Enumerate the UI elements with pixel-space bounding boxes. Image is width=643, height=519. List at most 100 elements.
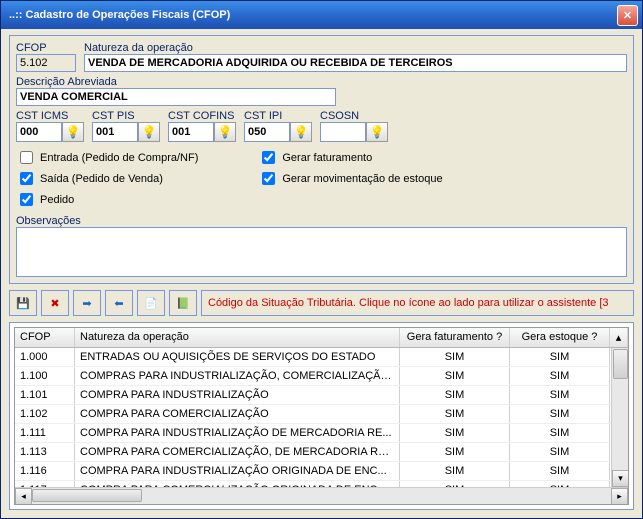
check-gerar-faturamento[interactable]: Gerar faturamento [258, 148, 442, 167]
cell-estoque: SIM [510, 424, 610, 442]
content: CFOP Natureza da operação Descrição Abre… [1, 29, 642, 518]
page-icon: 📄 [144, 297, 158, 310]
lightbulb-icon: 💡 [294, 125, 309, 139]
cst-pis-helper-button[interactable]: 💡 [138, 122, 160, 142]
cst-cofins-helper-button[interactable]: 💡 [214, 122, 236, 142]
cell-natureza: ENTRADAS OU AQUISIÇÕES DE SERVIÇOS DO ES… [75, 348, 400, 366]
cell-cfop: 1.102 [15, 405, 75, 423]
label-cst-pis: CST PIS [92, 110, 160, 122]
table-row[interactable]: 1.100COMPRAS PARA INDUSTRIALIZAÇÃO, COME… [15, 367, 628, 386]
natureza-input[interactable] [84, 54, 627, 72]
scroll-left-button[interactable]: ◂ [15, 488, 32, 505]
cell-faturamento: SIM [400, 443, 510, 461]
check-gerar-movimentacao[interactable]: Gerar movimentação de estoque [258, 169, 442, 188]
scroll-up-button[interactable]: ▴ [610, 328, 628, 347]
cell-estoque: SIM [510, 443, 610, 461]
col-header-cfop[interactable]: CFOP [15, 328, 75, 347]
table-row[interactable]: 1.102COMPRA PARA COMERCIALIZAÇÃOSIMSIM [15, 405, 628, 424]
cell-estoque: SIM [510, 481, 610, 487]
cell-cfop: 1.113 [15, 443, 75, 461]
cell-faturamento: SIM [400, 405, 510, 423]
next-button[interactable]: ➡ [73, 290, 101, 316]
lightbulb-icon: 💡 [142, 125, 157, 139]
label-natureza: Natureza da operação [84, 42, 627, 54]
check-entrada[interactable]: Entrada (Pedido de Compra/NF) [16, 148, 198, 167]
close-button[interactable]: ✕ [617, 5, 638, 26]
table-row[interactable]: 1.117COMPRA PARA COMERCIALIZAÇÃO ORIGINA… [15, 481, 628, 487]
label-observacoes: Observações [16, 215, 627, 227]
new-button[interactable]: 📄 [137, 290, 165, 316]
cell-natureza: COMPRA PARA INDUSTRIALIZAÇÃO [75, 386, 400, 404]
checkbox-area: Entrada (Pedido de Compra/NF) Saída (Ped… [16, 146, 627, 211]
cell-estoque: SIM [510, 348, 610, 366]
label-cst-cofins: CST COFINS [168, 110, 236, 122]
grid-body: 1.000ENTRADAS OU AQUISIÇÕES DE SERVIÇOS … [15, 348, 628, 487]
cell-cfop: 1.117 [15, 481, 75, 487]
horizontal-scrollbar[interactable]: ◂ ▸ [15, 487, 628, 504]
cell-cfop: 1.101 [15, 386, 75, 404]
cell-estoque: SIM [510, 405, 610, 423]
label-cst-ipi: CST IPI [244, 110, 312, 122]
cell-natureza: COMPRA PARA INDUSTRIALIZAÇÃO ORIGINADA D… [75, 462, 400, 480]
grid-panel: CFOP Natureza da operação Gera faturamen… [9, 322, 634, 510]
export-icon: 📗 [176, 297, 190, 310]
window-title: ..:: Cadastro de Operações Fiscais (CFOP… [9, 9, 617, 21]
arrow-right-icon: ➡ [82, 297, 91, 310]
cst-icms-input[interactable] [16, 122, 62, 142]
cell-estoque: SIM [510, 386, 610, 404]
lightbulb-icon: 💡 [218, 125, 233, 139]
cancel-button[interactable]: ✖ [41, 290, 69, 316]
cell-faturamento: SIM [400, 424, 510, 442]
cst-ipi-input[interactable] [244, 122, 290, 142]
hscroll-thumb[interactable] [32, 489, 142, 502]
descricao-input[interactable] [16, 88, 336, 106]
vertical-scrollbar[interactable]: ▾ [611, 348, 628, 487]
check-saida[interactable]: Saída (Pedido de Venda) [16, 169, 198, 188]
cst-ipi-helper-button[interactable]: 💡 [290, 122, 312, 142]
cell-cfop: 1.100 [15, 367, 75, 385]
cst-pis-input[interactable] [92, 122, 138, 142]
cfop-input[interactable] [16, 54, 76, 72]
col-header-natureza[interactable]: Natureza da operação [75, 328, 400, 347]
cell-cfop: 1.116 [15, 462, 75, 480]
check-pedido[interactable]: Pedido [16, 190, 198, 209]
cell-faturamento: SIM [400, 348, 510, 366]
cell-natureza: COMPRA PARA COMERCIALIZAÇÃO [75, 405, 400, 423]
app-window: ..:: Cadastro de Operações Fiscais (CFOP… [0, 0, 643, 519]
export-button[interactable]: 📗 [169, 290, 197, 316]
save-button[interactable]: 💾 [9, 290, 37, 316]
lightbulb-icon: 💡 [66, 125, 81, 139]
label-cfop: CFOP [16, 42, 76, 54]
label-descricao: Descrição Abreviada [16, 76, 336, 88]
label-csosn: CSOSN [320, 110, 388, 122]
vscroll-thumb[interactable] [613, 349, 628, 379]
table-row[interactable]: 1.111COMPRA PARA INDUSTRIALIZAÇÃO DE MER… [15, 424, 628, 443]
table-row[interactable]: 1.116COMPRA PARA INDUSTRIALIZAÇÃO ORIGIN… [15, 462, 628, 481]
form-panel: CFOP Natureza da operação Descrição Abre… [9, 35, 634, 284]
scroll-right-button[interactable]: ▸ [611, 488, 628, 505]
hint-text: Código da Situação Tributária. Clique no… [201, 290, 634, 316]
cst-cofins-input[interactable] [168, 122, 214, 142]
observacoes-input[interactable] [16, 227, 627, 277]
cell-natureza: COMPRA PARA COMERCIALIZAÇÃO ORIGINADA DE… [75, 481, 400, 487]
scroll-down-button[interactable]: ▾ [612, 470, 628, 487]
label-cst-icms: CST ICMS [16, 110, 84, 122]
cst-icms-helper-button[interactable]: 💡 [62, 122, 84, 142]
cell-faturamento: SIM [400, 462, 510, 480]
col-header-faturamento[interactable]: Gera faturamento ? [400, 328, 510, 347]
table-row[interactable]: 1.000ENTRADAS OU AQUISIÇÕES DE SERVIÇOS … [15, 348, 628, 367]
cell-natureza: COMPRA PARA COMERCIALIZAÇÃO, DE MERCADOR… [75, 443, 400, 461]
csosn-helper-button[interactable]: 💡 [366, 122, 388, 142]
save-icon: 💾 [16, 297, 30, 310]
toolbar: 💾 ✖ ➡ ⬅ 📄 📗 Código da Situação Tributári… [9, 290, 634, 316]
col-header-estoque[interactable]: Gera estoque ? [510, 328, 610, 347]
prev-button[interactable]: ⬅ [105, 290, 133, 316]
cell-cfop: 1.000 [15, 348, 75, 366]
table-row[interactable]: 1.101COMPRA PARA INDUSTRIALIZAÇÃOSIMSIM [15, 386, 628, 405]
cell-cfop: 1.111 [15, 424, 75, 442]
table-row[interactable]: 1.113COMPRA PARA COMERCIALIZAÇÃO, DE MER… [15, 443, 628, 462]
cell-estoque: SIM [510, 367, 610, 385]
cancel-icon: ✖ [50, 297, 59, 310]
grid-header: CFOP Natureza da operação Gera faturamen… [15, 328, 628, 348]
csosn-input[interactable] [320, 122, 366, 142]
